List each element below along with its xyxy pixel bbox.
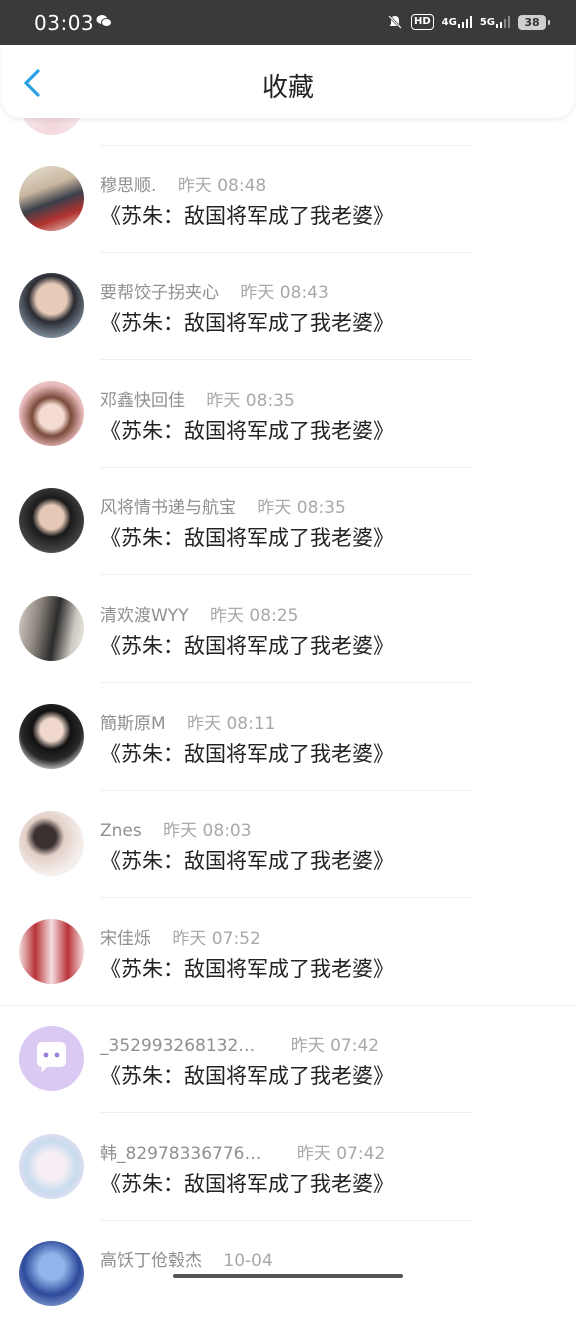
user-name: 高饫丁伧毂杰 [100, 1251, 202, 1271]
status-indicators: HD 4G 5G 38 [387, 12, 550, 32]
user-name: 邓鑫快回佳 [100, 391, 185, 411]
avatar[interactable] [19, 1134, 84, 1199]
timestamp: 昨天 07:42 [296, 1144, 386, 1164]
list-item[interactable]: 簡斯原M 昨天 08:11 《苏朱：敌国将军成了我老婆》 [0, 684, 576, 791]
timestamp: 昨天 08:03 [163, 821, 252, 841]
item-title: 《苏朱：敌国将军成了我老婆》 [100, 311, 394, 335]
list-item[interactable]: _352993268132… 昨天 07:42 《苏朱：敌国将军成了我老婆》 [0, 1006, 576, 1113]
avatar[interactable] [19, 273, 84, 338]
home-indicator[interactable] [173, 1274, 403, 1278]
signal-4g-icon [457, 16, 472, 28]
status-time: 03:03 [34, 11, 95, 35]
divider [100, 359, 472, 360]
list-item[interactable]: Znes 昨天 08:03 《苏朱：敌国将军成了我老婆》 [0, 791, 576, 898]
list-item[interactable]: 风将情书递与航宝 昨天 08:35 《苏朱：敌国将军成了我老婆》 [0, 468, 576, 575]
timestamp: 昨天 08:11 [187, 714, 276, 734]
item-title: 《苏朱：敌国将军成了我老婆》 [100, 1064, 394, 1088]
item-title: 《苏朱：敌国将军成了我老婆》 [100, 742, 394, 766]
hd-badge: HD [410, 14, 434, 30]
timestamp: 昨天 08:43 [240, 283, 329, 303]
list-item[interactable]: 穆思顺. 昨天 08:48 《苏朱：敌国将军成了我老婆》 [0, 146, 576, 253]
avatar[interactable] [19, 811, 84, 876]
timestamp: 昨天 08:48 [177, 176, 267, 196]
timestamp: 昨天 07:52 [172, 929, 261, 949]
battery-icon: 38 [518, 14, 550, 30]
divider [100, 1112, 472, 1113]
signal-5g-icon [496, 16, 510, 28]
timestamp: 10-04 [223, 1251, 273, 1271]
user-name: Znes [100, 821, 142, 841]
timestamp: 昨天 08:35 [257, 498, 346, 518]
item-title: 《苏朱：敌国将军成了我老婆》 [100, 419, 394, 443]
user-name: 要帮饺子拐夹心 [100, 283, 219, 303]
divider [100, 682, 472, 683]
avatar[interactable] [19, 1241, 84, 1306]
network-4g-label: 4G [441, 17, 457, 28]
avatar[interactable] [19, 704, 84, 769]
avatar[interactable] [19, 596, 84, 661]
user-name: 簡斯原M [100, 714, 166, 734]
wechat-icon [96, 15, 112, 27]
list-item[interactable]: 清欢渡WYY 昨天 08:25 《苏朱：敌国将军成了我老婆》 [0, 576, 576, 683]
avatar[interactable] [19, 919, 84, 984]
item-title: 《苏朱：敌国将军成了我老婆》 [100, 634, 394, 658]
user-name: 清欢渡WYY [100, 606, 189, 626]
chat-bubble-icon [37, 1042, 66, 1073]
user-name: 韩_82978336776… [100, 1144, 262, 1164]
list-item[interactable]: 邓鑫快回佳 昨天 08:35 《苏朱：敌国将军成了我老婆》 [0, 361, 576, 468]
network-5g-label: 5G [479, 17, 495, 28]
status-bar: 03:03 HD 4G 5G 38 [0, 0, 576, 45]
avatar[interactable] [19, 488, 84, 553]
divider [100, 897, 472, 898]
item-title: 《苏朱：敌国将军成了我老婆》 [100, 957, 394, 981]
list-item[interactable]: 韩_82978336776… 昨天 07:42 《苏朱：敌国将军成了我老婆》 [0, 1114, 576, 1221]
avatar[interactable] [19, 1026, 84, 1091]
mute-bell-icon [388, 15, 402, 29]
list-item[interactable]: 要帮饺子拐夹心 昨天 08:43 《苏朱：敌国将军成了我老婆》 [0, 253, 576, 360]
page-title: 收藏 [261, 73, 314, 103]
user-name: _352993268132… [100, 1036, 256, 1056]
item-title: 《苏朱：敌国将军成了我老婆》 [100, 1172, 394, 1196]
user-name: 穆思顺. [100, 176, 157, 196]
list-item[interactable]: 宋佳烁 昨天 07:52 《苏朱：敌国将军成了我老婆》 [0, 899, 576, 1006]
item-title: 《苏朱：敌国将军成了我老婆》 [100, 204, 394, 228]
timestamp: 昨天 08:25 [209, 606, 299, 626]
timestamp: 昨天 07:42 [290, 1036, 380, 1056]
avatar[interactable] [19, 381, 84, 446]
user-name: 宋佳烁 [100, 929, 151, 949]
avatar[interactable] [19, 166, 84, 231]
item-title: 《苏朱：敌国将军成了我老婆》 [100, 526, 394, 550]
item-title: 《苏朱：敌国将军成了我老婆》 [100, 849, 394, 873]
divider [100, 574, 472, 575]
timestamp: 昨天 08:35 [206, 391, 295, 411]
user-name: 风将情书递与航宝 [100, 498, 236, 518]
nav-header: 收藏 [2, 45, 574, 118]
